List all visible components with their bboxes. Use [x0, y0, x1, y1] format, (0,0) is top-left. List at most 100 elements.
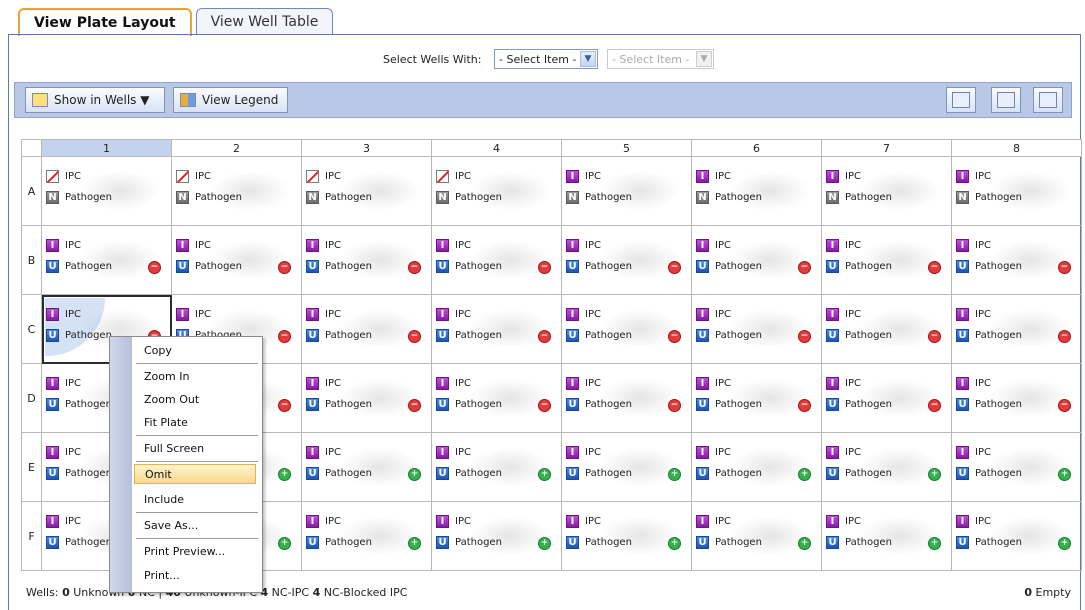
well-cell[interactable]: IPC N Pathogen — [301, 156, 432, 226]
well-cell[interactable]: IPC N Pathogen — [171, 156, 302, 226]
well-cell[interactable]: IPC N Pathogen — [41, 156, 172, 226]
column-header[interactable]: 8 — [951, 139, 1082, 157]
well-cell[interactable]: I IPC U Pathogen + — [951, 432, 1082, 502]
column-header[interactable]: 2 — [171, 139, 302, 157]
menu-item-fit-plate[interactable]: Fit Plate — [144, 412, 188, 432]
well-cell[interactable]: I IPC N Pathogen — [951, 156, 1082, 226]
row-header[interactable]: E — [21, 432, 42, 502]
well-cell[interactable]: I IPC U Pathogen − — [951, 363, 1082, 433]
well-cell[interactable]: I IPC U Pathogen + — [691, 432, 822, 502]
fit-plate-button[interactable] — [1033, 87, 1063, 113]
well-cell[interactable]: I IPC U Pathogen + — [951, 501, 1082, 571]
ntc-task-icon: N — [696, 190, 709, 204]
well-cell[interactable]: I IPC U Pathogen + — [691, 501, 822, 571]
column-header[interactable]: 7 — [821, 139, 952, 157]
well-cell[interactable]: I IPC U Pathogen − — [691, 363, 822, 433]
target-name: Pathogen — [325, 536, 372, 548]
legend-icon — [180, 93, 196, 107]
well-cell[interactable]: I IPC U Pathogen + — [301, 501, 432, 571]
well-cell[interactable]: I IPC U Pathogen − — [691, 225, 822, 295]
well-cell[interactable]: I IPC U Pathogen + — [561, 432, 692, 502]
ipc-task-icon: I — [46, 514, 59, 528]
well-cell[interactable]: I IPC U Pathogen + — [821, 432, 952, 502]
well-cell[interactable]: I IPC U Pathogen + — [431, 501, 562, 571]
well-cell[interactable]: I IPC U Pathogen + — [431, 432, 562, 502]
ipc-task-icon: I — [826, 445, 839, 459]
target-name: IPC — [715, 515, 731, 527]
well-target-line: I IPC — [566, 306, 601, 322]
well-target-line: U Pathogen — [566, 258, 632, 274]
well-cell[interactable]: I IPC U Pathogen − — [821, 294, 952, 364]
menu-item-save-as[interactable]: Save As... — [144, 515, 198, 535]
negative-call-icon: − — [798, 330, 811, 343]
column-header[interactable]: 6 — [691, 139, 822, 157]
well-cell[interactable]: I IPC U Pathogen − — [431, 225, 562, 295]
show-in-wells-button[interactable]: Show in Wells ▼ — [25, 87, 165, 113]
well-cell[interactable]: I IPC U Pathogen − — [821, 225, 952, 295]
negative-call-icon: − — [928, 330, 941, 343]
target-name: IPC — [455, 239, 471, 251]
column-header[interactable]: 5 — [561, 139, 692, 157]
negative-call-icon: − — [278, 399, 291, 412]
column-header[interactable]: 4 — [431, 139, 562, 157]
column-header[interactable]: 1 — [41, 139, 172, 157]
well-target-line: U Pathogen — [436, 258, 502, 274]
well-target-line: U Pathogen — [306, 534, 372, 550]
well-cell[interactable]: I IPC U Pathogen − — [951, 225, 1082, 295]
row-header[interactable]: C — [21, 294, 42, 364]
menu-item-omit[interactable]: Omit — [134, 464, 256, 484]
menu-item-print[interactable]: Print... — [144, 565, 180, 585]
ipc-task-icon: I — [566, 445, 579, 459]
well-cell[interactable]: I IPC U Pathogen − — [561, 363, 692, 433]
row-header[interactable]: B — [21, 225, 42, 295]
target-name: Pathogen — [715, 467, 762, 479]
select-item-combo-2[interactable]: - Select Item - ▼ — [607, 49, 714, 69]
row-header[interactable]: A — [21, 156, 42, 226]
row-header[interactable]: F — [21, 501, 42, 571]
positive-call-icon: + — [538, 537, 551, 550]
menu-item-include[interactable]: Include — [144, 489, 184, 509]
tab-view-well-table[interactable]: View Well Table — [195, 8, 334, 34]
well-cell[interactable]: I IPC U Pathogen − — [431, 294, 562, 364]
well-target-line: U Pathogen — [306, 465, 372, 481]
well-cell[interactable]: I IPC U Pathogen − — [301, 225, 432, 295]
well-cell[interactable]: I IPC U Pathogen + — [821, 501, 952, 571]
view-legend-button[interactable]: View Legend — [173, 87, 288, 113]
target-name: Pathogen — [715, 398, 762, 410]
well-cell[interactable]: I IPC N Pathogen — [561, 156, 692, 226]
well-cell[interactable]: I IPC U Pathogen − — [821, 363, 952, 433]
menu-item-copy[interactable]: Copy — [144, 340, 172, 360]
well-cell[interactable]: I IPC U Pathogen + — [561, 501, 692, 571]
well-cell[interactable]: I IPC U Pathogen − — [301, 363, 432, 433]
row-header[interactable]: D — [21, 363, 42, 433]
wells-label: Wells: — [26, 586, 59, 599]
tab-view-plate-layout[interactable]: View Plate Layout — [18, 8, 192, 36]
column-header[interactable]: 3 — [301, 139, 432, 157]
well-cell[interactable]: IPC N Pathogen — [431, 156, 562, 226]
target-name: Pathogen — [715, 260, 762, 272]
menu-item-print-preview[interactable]: Print Preview... — [144, 541, 225, 561]
target-name: Pathogen — [65, 191, 112, 203]
well-cell[interactable]: I IPC U Pathogen − — [431, 363, 562, 433]
zoom-in-plate-button[interactable] — [946, 87, 976, 113]
target-name: IPC — [195, 170, 211, 182]
select-item-combo-1[interactable]: - Select Item - ▼ — [494, 49, 598, 69]
ipc-task-icon: I — [436, 376, 449, 390]
menu-item-zoom-out[interactable]: Zoom Out — [144, 389, 199, 409]
well-cell[interactable]: I IPC U Pathogen − — [561, 225, 692, 295]
menu-item-full-screen[interactable]: Full Screen — [144, 438, 204, 458]
well-cell[interactable]: I IPC U Pathogen − — [171, 225, 302, 295]
well-cell[interactable]: I IPC U Pathogen − — [951, 294, 1082, 364]
well-cell[interactable]: I IPC U Pathogen − — [691, 294, 822, 364]
well-cell[interactable]: I IPC U Pathogen + — [301, 432, 432, 502]
well-cell[interactable]: I IPC N Pathogen — [691, 156, 822, 226]
menu-item-zoom-in[interactable]: Zoom In — [144, 366, 189, 386]
well-cell[interactable]: I IPC U Pathogen − — [301, 294, 432, 364]
well-cell[interactable]: I IPC U Pathogen − — [561, 294, 692, 364]
ipc-task-icon: I — [956, 238, 969, 252]
well-cell[interactable]: I IPC U Pathogen − — [41, 225, 172, 295]
ipc-task-icon: I — [696, 238, 709, 252]
zoom-out-plate-button[interactable] — [991, 87, 1021, 113]
ipc-task-icon: I — [566, 307, 579, 321]
well-cell[interactable]: I IPC N Pathogen — [821, 156, 952, 226]
